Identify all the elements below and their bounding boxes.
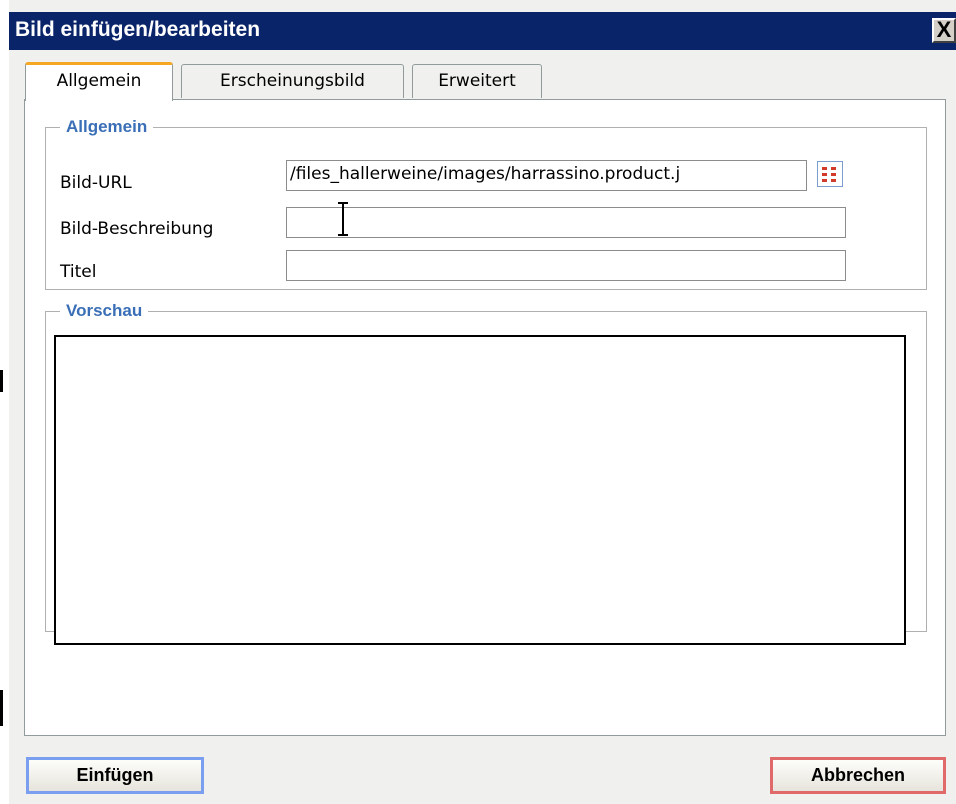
image-description-input[interactable] <box>286 207 846 238</box>
tab-allgemein[interactable]: Allgemein <box>25 62 173 101</box>
dialog-title: Bild einfügen/bearbeiten <box>15 18 261 41</box>
background-window-edge <box>0 0 9 804</box>
insert-button[interactable]: Einfügen <box>26 757 204 794</box>
preview-fieldset: Vorschau <box>45 301 927 645</box>
image-url-label: Bild-URL <box>60 173 132 193</box>
close-icon: X <box>936 17 952 42</box>
image-title-label: Titel <box>60 262 97 282</box>
image-dialog: Bild einfügen/bearbeiten X Allgemein Ers… <box>9 0 956 804</box>
image-description-label: Bild-Beschreibung <box>60 219 214 239</box>
general-legend: Allgemein <box>66 117 148 136</box>
title-bar: Bild einfügen/bearbeiten X <box>9 12 956 50</box>
close-button[interactable]: X <box>932 18 956 43</box>
preview-area <box>54 335 906 645</box>
browse-icon[interactable] <box>817 161 843 187</box>
general-fieldset: Allgemein Bild-URL /files_hallerweine/im… <box>45 117 927 290</box>
image-title-input[interactable] <box>286 250 846 281</box>
cancel-button[interactable]: Abbrechen <box>770 757 946 794</box>
edge-mark <box>0 370 3 392</box>
preview-legend: Vorschau <box>66 301 143 320</box>
edge-mark <box>0 690 3 726</box>
tab-erweitert[interactable]: Erweitert <box>412 64 542 98</box>
tab-panel-allgemein: Allgemein Bild-URL /files_hallerweine/im… <box>24 99 946 736</box>
tab-erscheinungsbild[interactable]: Erscheinungsbild <box>181 64 404 98</box>
image-url-input[interactable]: /files_hallerweine/images/harrassino.pro… <box>286 160 807 191</box>
text-cursor-icon <box>338 202 348 236</box>
